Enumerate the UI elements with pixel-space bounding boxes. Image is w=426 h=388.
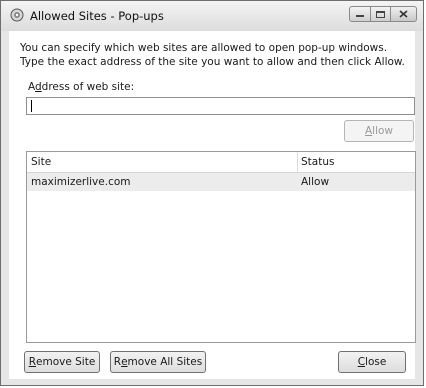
minimize-icon (356, 15, 364, 17)
description-text: You can specify which web sites are allo… (20, 42, 405, 68)
remove-all-sites-button[interactable]: Re move All Sites (110, 351, 206, 373)
remove-all-pre: R (113, 356, 122, 368)
remove-site-rest: emove Site (36, 356, 96, 368)
column-header-site[interactable]: Site (31, 156, 51, 168)
allow-button[interactable]: Allow (344, 120, 414, 142)
text-caret (31, 100, 32, 112)
row-status: Allow (301, 176, 330, 188)
remove-site-accel: R (28, 356, 36, 368)
app-icon (10, 8, 24, 22)
maximize-icon (376, 10, 385, 18)
remove-site-button[interactable]: Remove Site (24, 351, 100, 373)
address-label-accel: d (35, 81, 42, 93)
title-bar[interactable]: Allowed Sites - Pop-ups (1, 1, 423, 31)
address-label: Address of web site: (28, 81, 134, 93)
minimize-button[interactable] (349, 6, 371, 22)
close-rest: lose (365, 356, 387, 368)
address-label-post: dress of web site: (41, 81, 135, 93)
table-header: Site Status (27, 152, 415, 173)
close-window-button[interactable] (391, 6, 417, 22)
close-icon (399, 10, 408, 18)
close-accel: C (357, 356, 366, 368)
window-title: Allowed Sites - Pop-ups (30, 9, 164, 23)
address-input[interactable] (26, 97, 415, 115)
sites-table[interactable]: Site Status maximizerlive.com Allow (26, 151, 416, 343)
maximize-button[interactable] (371, 6, 391, 22)
remove-all-rest: move All Sites (127, 356, 203, 368)
table-row[interactable]: maximizerlive.com Allow (27, 173, 415, 191)
column-divider[interactable] (297, 152, 298, 172)
allow-button-accel: A (364, 125, 373, 137)
allow-button-rest: llow (372, 125, 394, 137)
address-label-pre: A (28, 81, 35, 93)
column-header-status[interactable]: Status (301, 156, 334, 168)
close-button[interactable]: Close (338, 351, 406, 373)
window-controls (349, 6, 417, 24)
row-site: maximizerlive.com (31, 176, 131, 188)
